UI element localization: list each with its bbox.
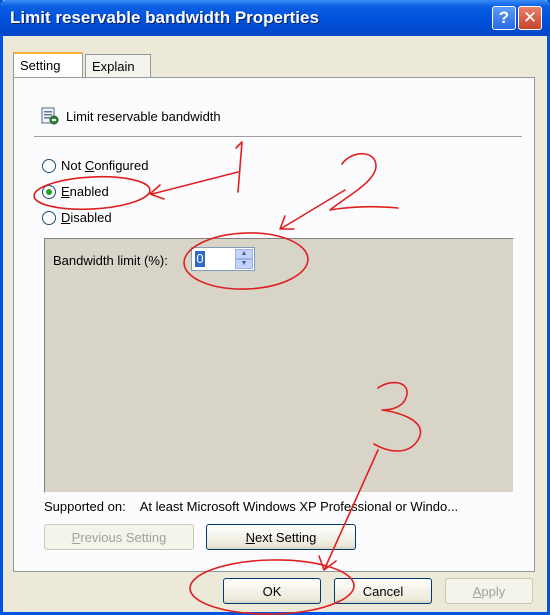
radio-label: Not Configured	[61, 158, 149, 173]
supported-on: Supported on: At least Microsoft Windows …	[44, 499, 458, 514]
properties-dialog: Limit reservable bandwidth Properties ? …	[0, 0, 550, 615]
bandwidth-limit-label: Bandwidth limit (%):	[53, 253, 168, 268]
previous-setting-button[interactable]: Previous Setting	[44, 524, 194, 550]
radio-label: Enabled	[61, 184, 109, 199]
radio-selected-dot	[46, 188, 52, 195]
next-setting-button[interactable]: Next Setting	[206, 524, 356, 550]
setting-panel: Limit reservable bandwidth Not Configure…	[13, 77, 535, 572]
radio-button[interactable]	[42, 158, 56, 173]
policy-icon	[41, 107, 59, 125]
supported-on-value: At least Microsoft Windows XP Profession…	[139, 499, 459, 514]
window-title: Limit reservable bandwidth Properties	[10, 8, 319, 27]
radio-button[interactable]	[42, 210, 56, 225]
supported-on-label: Supported on:	[44, 499, 126, 514]
radio-not-configured[interactable]: Not Configured	[42, 158, 148, 173]
policy-name: Limit reservable bandwidth	[66, 108, 221, 124]
policy-header: Limit reservable bandwidth	[40, 106, 221, 126]
close-icon: ✕	[522, 8, 538, 27]
tab-setting[interactable]: Setting	[13, 52, 83, 79]
radio-disabled[interactable]: Disabled	[42, 210, 112, 225]
radio-button[interactable]	[42, 184, 56, 199]
bandwidth-limit-spinbox[interactable]: 0 ▲ ▼	[191, 247, 255, 271]
ok-button[interactable]: OK	[223, 578, 321, 604]
help-icon: ?	[498, 8, 510, 27]
bandwidth-limit-value[interactable]: 0	[195, 251, 205, 267]
title-bar[interactable]: Limit reservable bandwidth Properties ? …	[0, 0, 550, 36]
spin-down-icon[interactable]: ▼	[235, 259, 253, 269]
cancel-button[interactable]: Cancel	[334, 578, 432, 604]
spin-buttons: ▲ ▼	[235, 249, 253, 269]
tab-explain[interactable]: Explain	[85, 54, 151, 78]
spin-up-icon[interactable]: ▲	[235, 249, 253, 259]
help-button[interactable]: ?	[492, 6, 516, 30]
radio-label: Disabled	[61, 210, 112, 225]
radio-enabled[interactable]: Enabled	[42, 184, 109, 199]
separator	[34, 136, 522, 138]
apply-button[interactable]: Apply	[445, 578, 533, 604]
options-area: Bandwidth limit (%): 0 ▲ ▼	[44, 238, 514, 493]
close-button[interactable]: ✕	[518, 6, 542, 30]
